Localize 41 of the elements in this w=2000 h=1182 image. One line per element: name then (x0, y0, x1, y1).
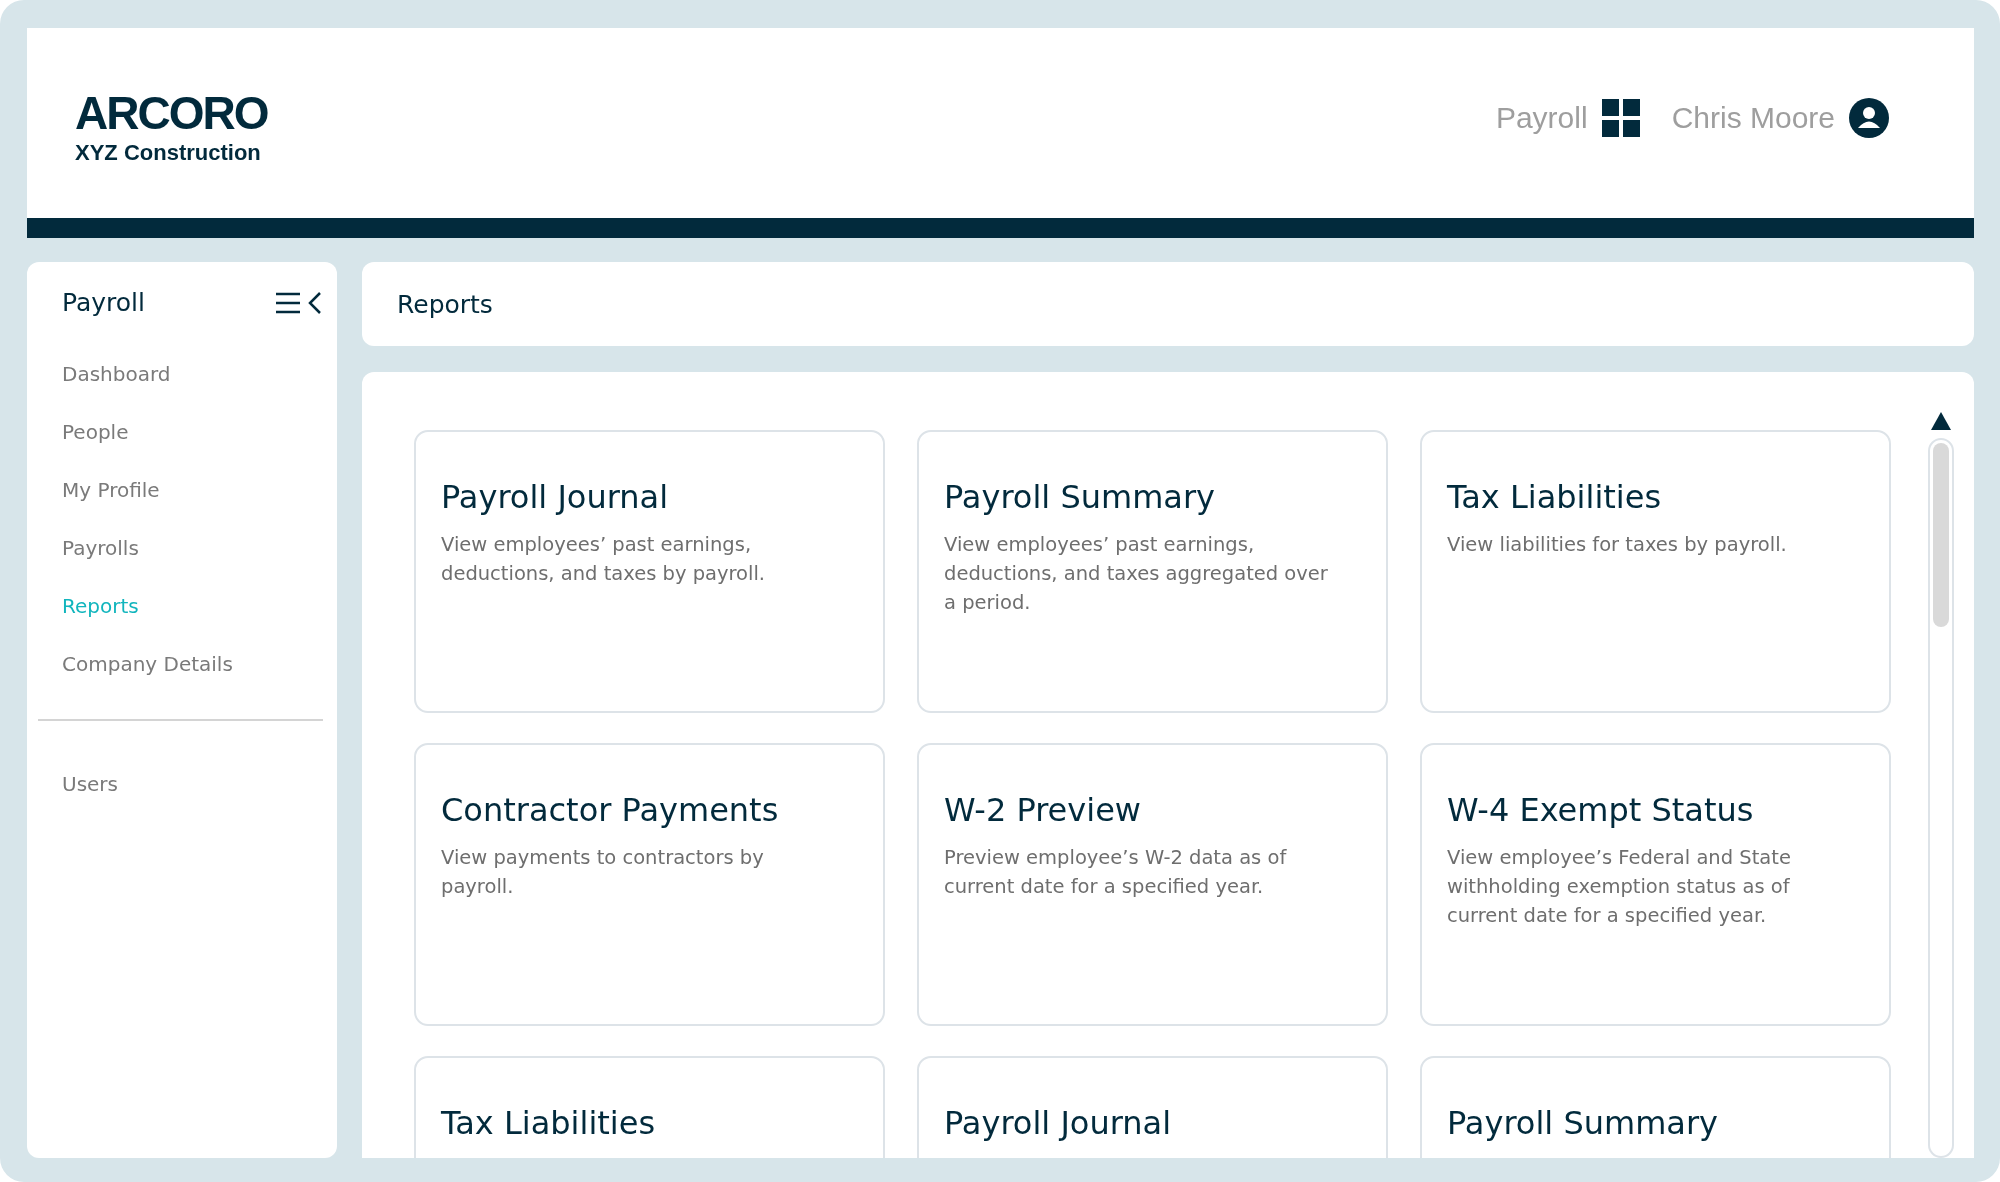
app-name: Payroll (1495, 101, 1588, 135)
report-card[interactable]: Payroll Summary (1420, 1056, 1891, 1158)
report-description: Preview employee’s W-2 data as of current date for a specified year. (944, 845, 1288, 900)
report-description: View employees’ past earnings, deductions, and taxes aggregated over a period. (944, 532, 1329, 616)
report-card[interactable]: Payroll Journal (917, 1056, 1388, 1158)
report-card[interactable]: Tax Liabilities (414, 1056, 885, 1158)
logo: ARCORO (75, 90, 268, 136)
sidebar-title: Payroll (62, 288, 145, 317)
report-title: W-2 Preview (944, 791, 1142, 829)
page-title: Reports (397, 289, 493, 319)
report-title: Payroll Summary (944, 478, 1217, 516)
nav-item[interactable]: Dashboard (27, 345, 337, 403)
report-title: Payroll Journal (441, 478, 670, 516)
nav-item[interactable]: Users (27, 755, 337, 813)
report-card[interactable]: Contractor Payments View payments to contractors by payroll. (414, 743, 885, 1026)
report-card[interactable]: Tax Liabilities View liabilities for taxes by payroll. (1420, 430, 1891, 713)
report-card[interactable]: Payroll Journal View employees’ past earnings, deductions, and taxes by payroll. (414, 430, 885, 713)
nav-item[interactable]: Payrolls (27, 519, 337, 577)
report-card[interactable]: W-2 Preview Preview employee’s W-2 data as of current date for a specified year. (917, 743, 1388, 1026)
report-title: Tax Liabilities (1447, 478, 1663, 516)
report-description: View payments to contractors by payroll. (441, 845, 765, 900)
scroll-up-icon[interactable] (1931, 412, 1951, 430)
nav-item[interactable]: My Profile (27, 461, 337, 519)
report-title: W-4 Exempt Status (1447, 791, 1755, 829)
report-card[interactable]: Payroll Summary View employees’ past earnings, deductions, and taxes aggregated over a period. (917, 430, 1388, 713)
report-title: Contractor Payments (441, 791, 780, 829)
report-description: View employees’ past earnings, deductions, and taxes by payroll. (441, 532, 767, 587)
scrollbar-thumb[interactable] (1933, 443, 1949, 627)
report-title: Tax Liabilities (441, 1104, 657, 1142)
report-description: View liabilities for taxes by payroll. (1447, 532, 1788, 558)
user-name: Chris Moore (1671, 101, 1835, 135)
app-grid-icon[interactable] (1601, 99, 1640, 137)
report-description: View employee’s Federal and State withholding exemption status as of current date for a specified year. (1447, 845, 1792, 929)
nav-item[interactable]: People (27, 403, 337, 461)
user-avatar-icon[interactable] (1849, 98, 1889, 138)
report-card[interactable]: W-4 Exempt Status View employee’s Federal and State withholding exemption status as of current date for a specified year. (1420, 743, 1891, 1026)
collapse-menu-icon[interactable] (275, 290, 323, 315)
report-title: Payroll Summary (1447, 1104, 1720, 1142)
nav-item[interactable]: Company Details (27, 635, 337, 693)
report-title: Payroll Journal (944, 1104, 1173, 1142)
company-name: XYZ Construction (75, 140, 262, 166)
